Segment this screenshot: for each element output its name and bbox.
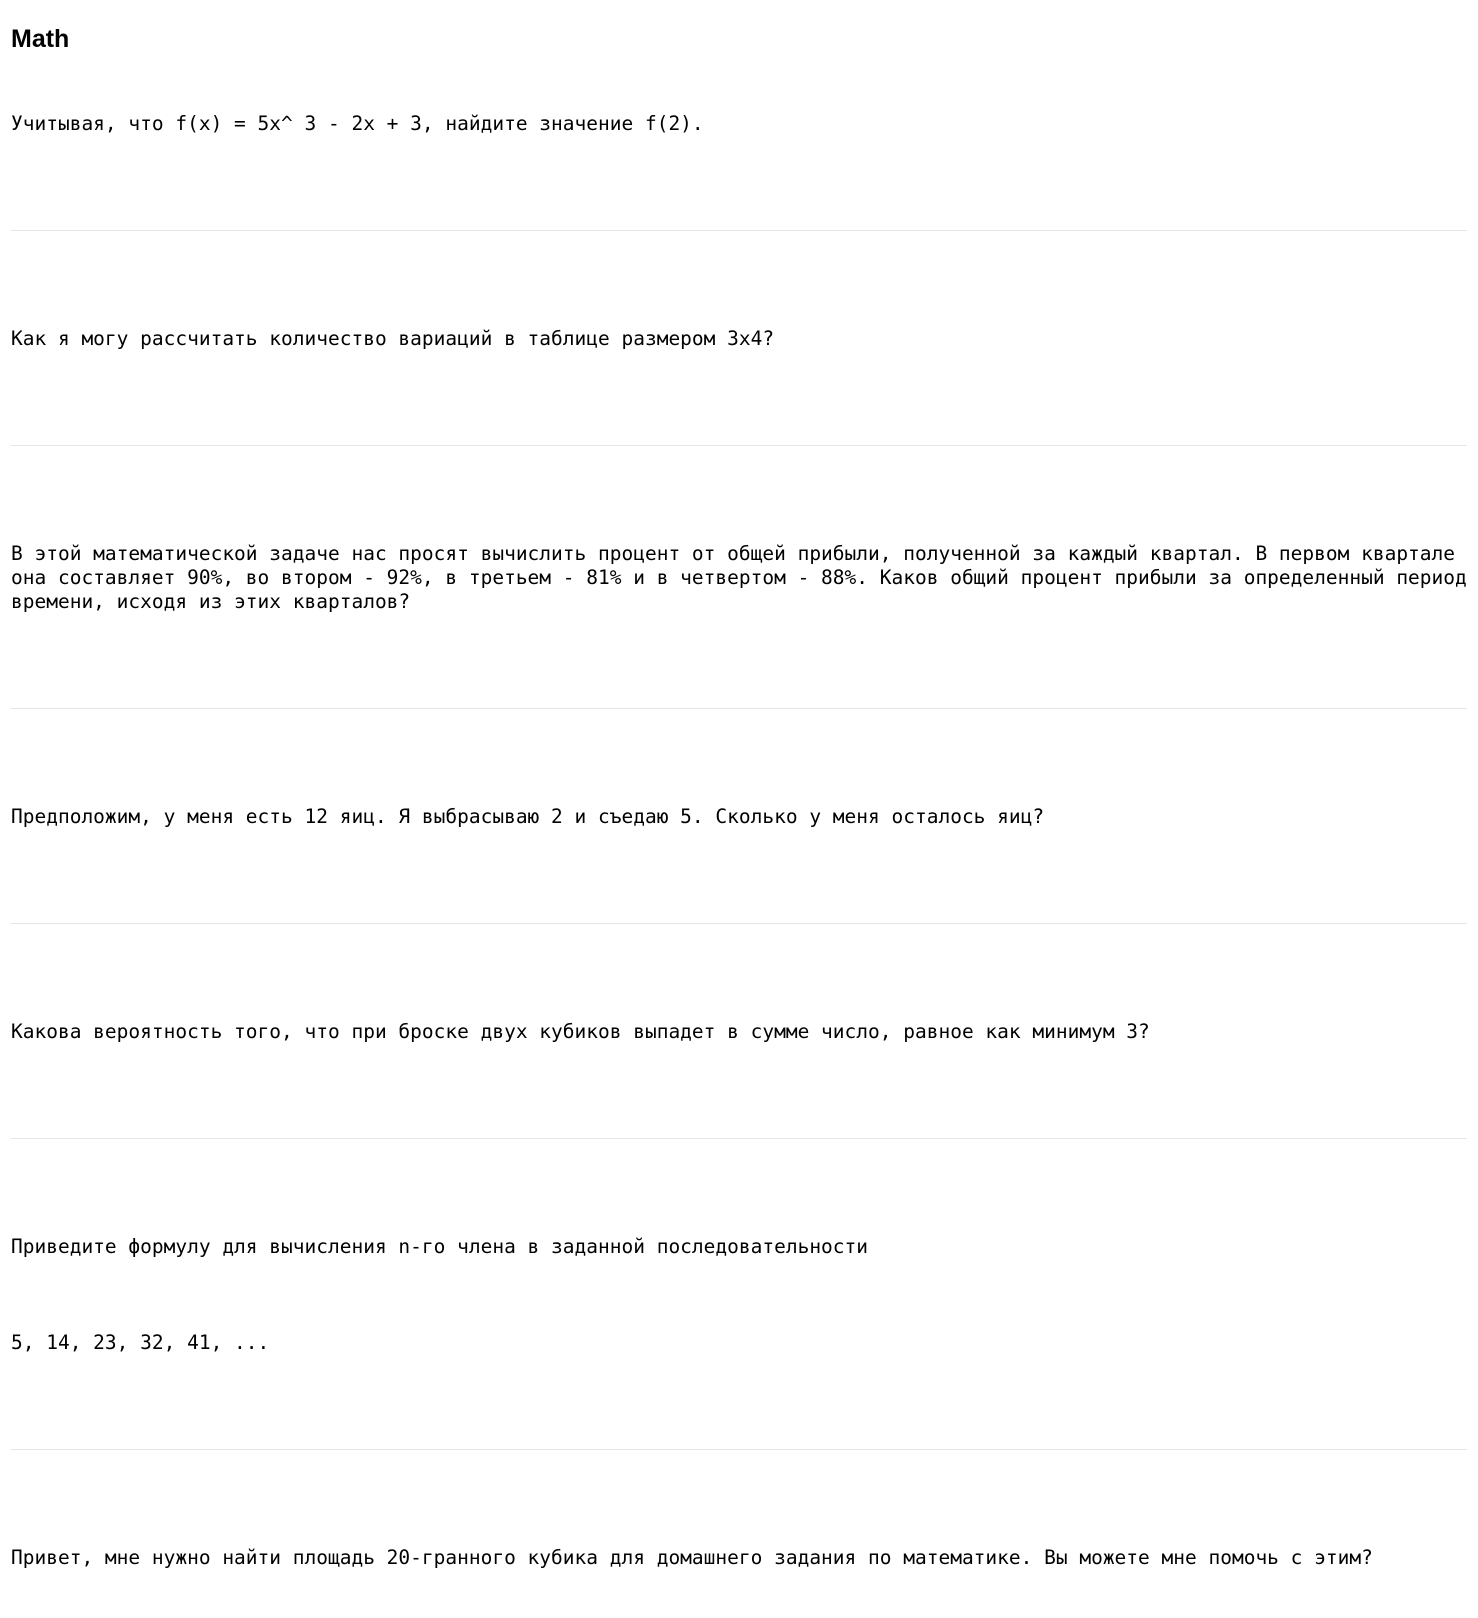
divider bbox=[11, 445, 1467, 446]
prompt-item: Приведите формулу для вычисления n-го чл… bbox=[11, 1187, 1467, 1403]
page-title: Math bbox=[11, 25, 70, 53]
prompt-text: Учитывая, что f(x) = 5x^ 3 - 2x + 3, най… bbox=[11, 112, 704, 135]
divider bbox=[11, 923, 1467, 924]
divider bbox=[11, 230, 1467, 231]
prompt-text: Предположим, у меня есть 12 яиц. Я выбра… bbox=[11, 805, 1045, 828]
prompt-item: В этой математической задаче нас просят … bbox=[11, 494, 1467, 662]
prompt-item: Учитывая, что f(x) = 5x^ 3 - 2x + 3, най… bbox=[11, 64, 1467, 184]
prompt-text: В этой математической задаче нас просят … bbox=[11, 542, 1478, 613]
prompt-text: Какова вероятность того, что при броске … bbox=[11, 1020, 1150, 1043]
prompt-item: Предположим, у меня есть 12 яиц. Я выбра… bbox=[11, 757, 1467, 877]
prompt-text: Приведите формулу для вычисления n-го чл… bbox=[11, 1235, 869, 1258]
prompt-text: Как я могу рассчитать количество вариаци… bbox=[11, 327, 775, 350]
divider bbox=[11, 1449, 1467, 1450]
prompt-page: Math Учитывая, что f(x) = 5x^ 3 - 2x + 3… bbox=[11, 24, 1467, 1618]
prompt-sequence: 5, 14, 23, 32, 41, ... bbox=[11, 1331, 270, 1354]
divider bbox=[11, 1138, 1467, 1139]
prompt-text: Привет, мне нужно найти площадь 20-гранн… bbox=[11, 1546, 1373, 1569]
prompt-item: Какова вероятность того, что при броске … bbox=[11, 972, 1467, 1092]
divider bbox=[11, 708, 1467, 709]
prompt-item: Как я могу рассчитать количество вариаци… bbox=[11, 279, 1467, 399]
prompt-item: Привет, мне нужно найти площадь 20-гранн… bbox=[11, 1498, 1467, 1618]
